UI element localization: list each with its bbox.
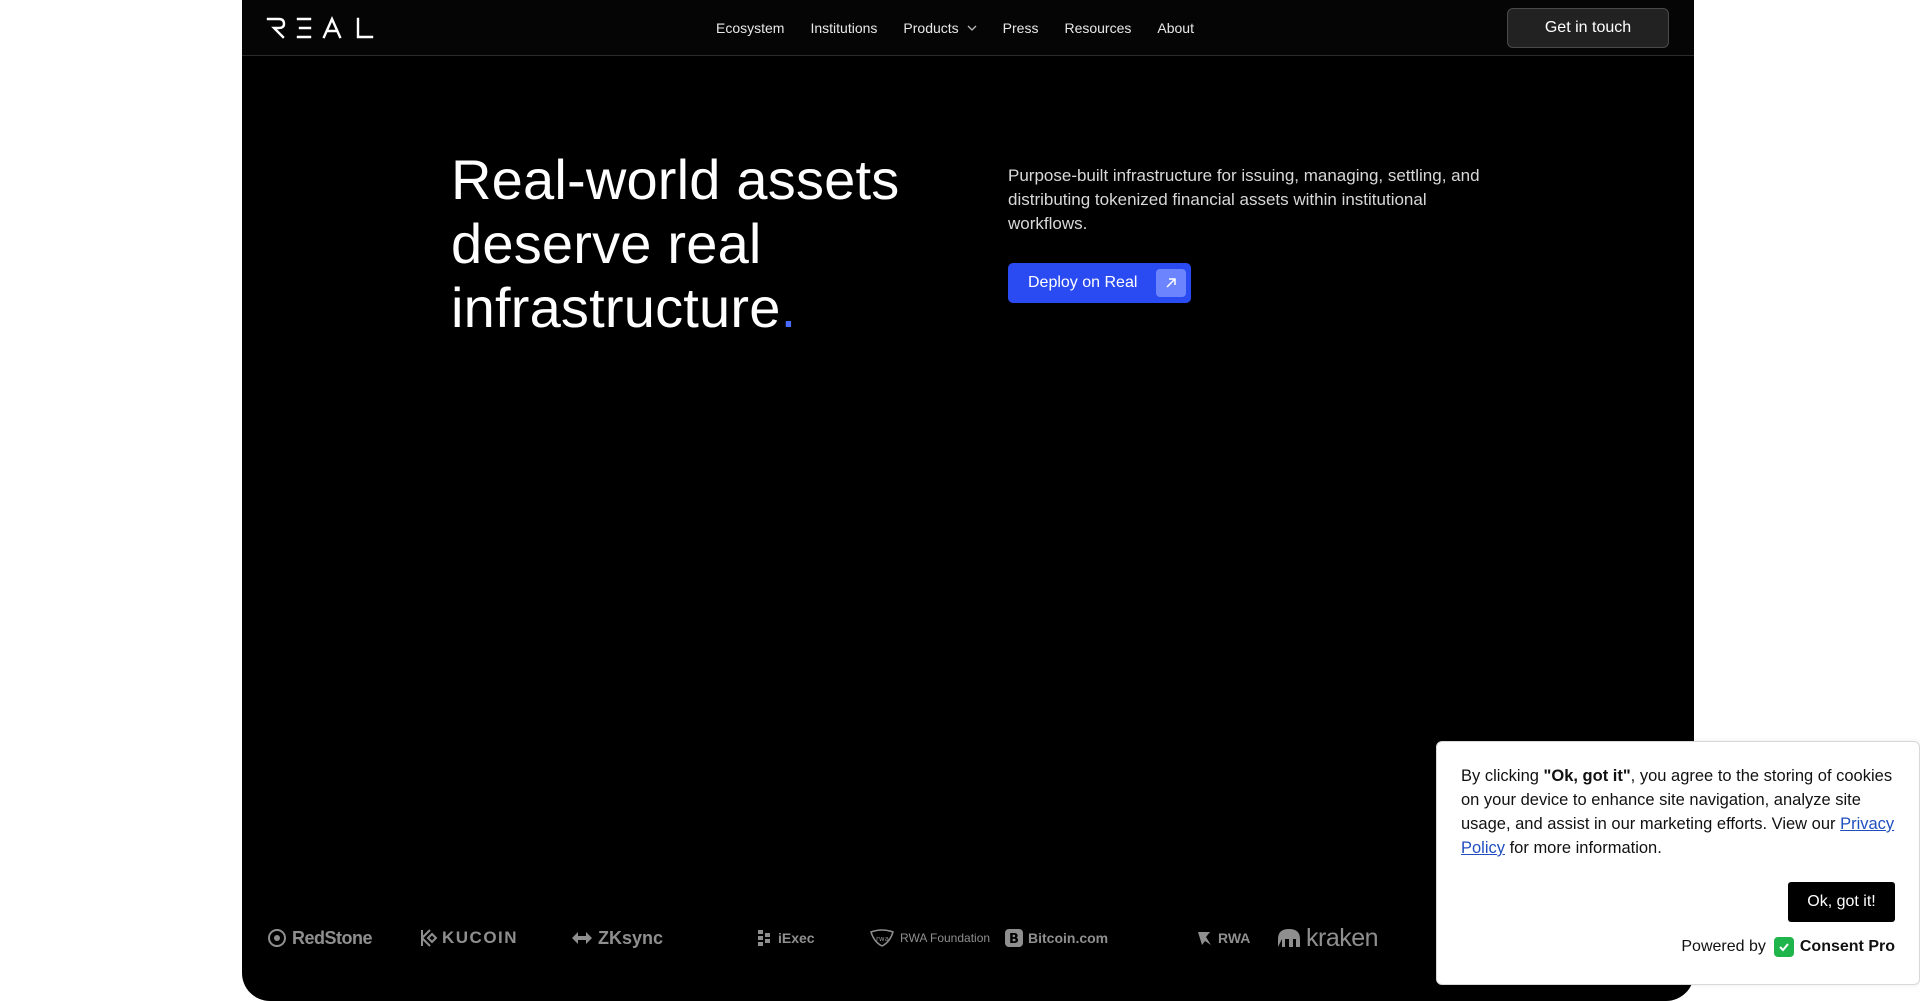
deploy-on-real-label: Deploy on Real xyxy=(1028,274,1138,291)
nav-link-ecosystem[interactable]: Ecosystem xyxy=(716,20,784,36)
nav-link-resources[interactable]: Resources xyxy=(1064,20,1131,36)
partner-iexec: iExec xyxy=(718,924,836,952)
svg-text:B: B xyxy=(1009,932,1019,947)
partner-zksync: ZKsync xyxy=(570,924,718,952)
cookie-text-bold: "Ok, got it" xyxy=(1543,767,1631,785)
partner-redstone-label: RedStone xyxy=(292,927,373,948)
partner-kucoin: KUCOIN xyxy=(418,924,570,952)
real-logo-icon xyxy=(266,16,374,39)
partner-rwa-foundation-label: RWA Foundation xyxy=(900,931,991,945)
rwa-icon xyxy=(1198,932,1211,945)
hero-title: Real-world assets deserve real infrastru… xyxy=(451,148,971,340)
hero-title-line3: infrastructure xyxy=(451,276,781,339)
partner-rwa: RWA xyxy=(1154,924,1272,952)
hero-title-dot: . xyxy=(780,276,797,339)
partner-rwa-label: RWA xyxy=(1218,930,1251,946)
cookie-consent-text: By clicking "Ok, got it", you agree to t… xyxy=(1461,764,1895,860)
nav-link-institutions[interactable]: Institutions xyxy=(810,20,877,36)
consent-pro-label: Consent Pro xyxy=(1799,938,1895,955)
top-navbar: Ecosystem Institutions Products Press Re… xyxy=(242,0,1694,56)
partner-kraken: kraken xyxy=(1272,924,1412,952)
get-in-touch-button[interactable]: Get in touch xyxy=(1507,8,1669,48)
bitcoin-com-icon: B xyxy=(1005,929,1023,947)
partner-redstone: RedStone xyxy=(266,924,418,952)
nav-link-products[interactable]: Products xyxy=(903,20,977,36)
partner-kucoin-label: KUCOIN xyxy=(442,928,519,947)
zksync-arrows-icon xyxy=(572,932,592,944)
ok-got-it-button[interactable]: Ok, got it! xyxy=(1788,882,1895,922)
chevron-down-icon xyxy=(967,25,977,31)
cookie-consent-banner: By clicking "Ok, got it", you agree to t… xyxy=(1436,741,1920,985)
kucoin-icon xyxy=(421,929,438,947)
partner-iexec-label: iExec xyxy=(778,930,815,946)
partner-bitcoin-com-label: Bitcoin.com xyxy=(1028,930,1109,946)
nav-link-about[interactable]: About xyxy=(1157,20,1194,36)
svg-text:rwa: rwa xyxy=(876,935,889,943)
partner-bitcoin-com: B Bitcoin.com xyxy=(1004,924,1154,952)
rwa-foundation-icon: rwa xyxy=(870,929,894,947)
partner-kraken-label: kraken xyxy=(1306,923,1379,952)
hero-title-line1: Real-world assets xyxy=(451,148,900,211)
deploy-on-real-button[interactable]: Deploy on Real xyxy=(1008,263,1191,303)
powered-by-label: Powered by xyxy=(1681,938,1766,955)
nav-links: Ecosystem Institutions Products Press Re… xyxy=(716,0,1220,56)
real-logo[interactable] xyxy=(266,16,376,40)
cookie-text-prefix: By clicking xyxy=(1461,767,1544,785)
iexec-icon xyxy=(758,930,770,946)
kraken-icon xyxy=(1278,929,1300,947)
consent-pro-check-icon xyxy=(1773,937,1794,957)
redstone-icon xyxy=(268,929,286,947)
partner-rwa-foundation: rwa RWA Foundation xyxy=(836,924,1004,952)
nav-link-products-label: Products xyxy=(903,20,959,36)
cookie-text-suffix: for more information. xyxy=(1505,839,1662,857)
powered-by: Powered by Consent Pro xyxy=(1681,937,1895,957)
nav-link-press[interactable]: Press xyxy=(1003,20,1039,36)
hero-description: Purpose-built infrastructure for issuing… xyxy=(1008,166,1480,233)
partner-logo-strip: RedStone KUCOIN ZKsync iExec rwa RWA Fou… xyxy=(266,924,1412,952)
consent-pro-brand[interactable]: Consent Pro xyxy=(1773,937,1895,957)
partner-zksync-label: ZKsync xyxy=(598,927,664,948)
hero-title-line2: deserve real xyxy=(451,212,762,275)
arrow-up-right-icon xyxy=(1156,269,1186,297)
